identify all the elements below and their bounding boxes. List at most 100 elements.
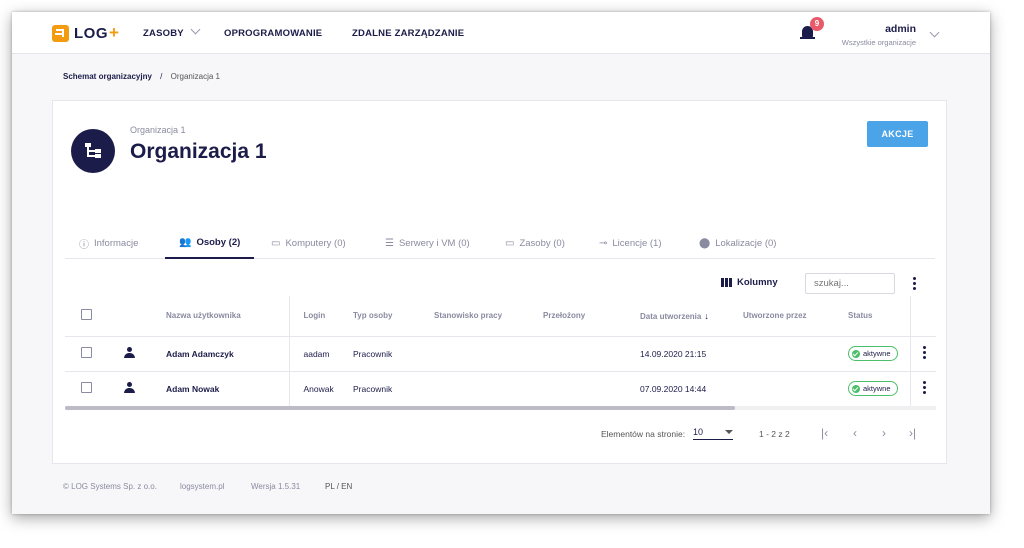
footer-version: Wersja 1.5.31: [251, 482, 301, 491]
row-more-vert-icon[interactable]: [922, 346, 926, 359]
per-page-select[interactable]: 10: [693, 427, 733, 440]
search-input[interactable]: [805, 273, 895, 294]
nav-item-oprogramowanie[interactable]: OPROGRAMOWANIE: [224, 28, 322, 39]
tab-label: Licencje (1): [612, 237, 662, 249]
language-switch[interactable]: PL / EN: [325, 482, 352, 491]
tab-licencje[interactable]: ⊸ Licencje (1): [585, 227, 676, 259]
logo-text: LOG: [74, 24, 108, 42]
status-label: aktywne: [863, 349, 891, 358]
tab-label: Komputery (0): [285, 237, 346, 249]
cell-created: 07.09.2020 14:44: [640, 371, 743, 407]
row-more-vert-icon[interactable]: [922, 381, 926, 394]
tab-label: Zasoby (0): [519, 237, 565, 249]
columns-button[interactable]: Kolumny: [721, 277, 778, 288]
arrow-down-icon: ↓: [704, 310, 709, 321]
footer-website-link[interactable]: logsystem.pl: [180, 482, 224, 491]
breadcrumb: Schemat organizacyjny / Organizacja 1: [63, 72, 220, 81]
tab-serwery[interactable]: ☰ Serwery i VM (0): [371, 227, 484, 259]
notification-count-badge: 9: [810, 17, 824, 31]
next-page-icon[interactable]: ›: [882, 426, 886, 440]
breadcrumb-current: Organizacja 1: [170, 72, 220, 81]
more-vert-icon[interactable]: [913, 277, 916, 292]
scrollbar-thumb[interactable]: [65, 406, 735, 410]
notifications-button[interactable]: 9: [800, 17, 824, 39]
table-row[interactable]: Adam Adamczyk aadam Pracownik 14.09.2020…: [65, 336, 936, 372]
chevron-down-icon: [191, 24, 201, 35]
tab-bar: ⓘ Informacje 👥 Osoby (2) ▭ Komputery (0)…: [65, 227, 935, 259]
column-header-position[interactable]: Stanowisko pracy: [434, 296, 543, 337]
nav-item-zdalne-zarzadzanie[interactable]: ZDALNE ZARZĄDZANIE: [352, 28, 464, 39]
row-checkbox[interactable]: [81, 382, 92, 393]
status-badge: aktywne: [848, 381, 898, 396]
cell-created: 14.09.2020 21:15: [640, 336, 743, 372]
user-name: admin: [885, 23, 916, 35]
logo[interactable]: LOG +: [52, 23, 119, 43]
logo-icon: [52, 24, 69, 42]
cell-created-by: [743, 371, 848, 407]
user-menu[interactable]: admin Wszystkie organizacje: [842, 23, 916, 47]
column-header-type[interactable]: Typ osoby: [353, 296, 434, 337]
tab-label: Informacje: [94, 237, 139, 249]
columns-label: Kolumny: [737, 277, 778, 288]
status-badge: aktywne: [848, 346, 898, 361]
per-page-value: 10: [693, 427, 704, 437]
column-header-created-label: Data utworzenia: [640, 311, 702, 321]
top-bar: LOG + ZASOBY OPROGRAMOWANIE ZDALNE ZARZĄ…: [12, 12, 990, 54]
last-page-icon[interactable]: ›|: [909, 426, 916, 440]
prev-page-icon[interactable]: ‹: [853, 426, 857, 440]
actions-button[interactable]: AKCJE: [867, 121, 928, 147]
footer-copyright: © LOG Systems Sp. z o.o.: [63, 482, 157, 491]
info-icon: ⓘ: [79, 239, 89, 251]
per-page-label: Elementów na stronie:: [601, 429, 686, 439]
horizontal-scrollbar[interactable]: [65, 406, 936, 410]
nav-item-zasoby[interactable]: ZASOBY: [143, 24, 201, 39]
organization-card: Organizacja 1 Organizacja 1 AKCJE ⓘ Info…: [52, 100, 947, 464]
column-header-created-by[interactable]: Utworzone przez: [743, 296, 848, 337]
breadcrumb-separator: /: [160, 72, 163, 81]
cell-type: Pracownik: [353, 371, 434, 407]
first-page-icon[interactable]: |‹: [821, 426, 828, 440]
row-checkbox[interactable]: [81, 347, 92, 358]
chevron-down-icon[interactable]: [929, 27, 940, 38]
status-label: aktywne: [863, 384, 891, 393]
column-header-created[interactable]: Data utworzenia ↓: [640, 296, 743, 337]
cell-supervisor: [543, 336, 640, 372]
tab-label: Osoby (2): [196, 236, 241, 248]
cell-name[interactable]: Adam Nowak: [166, 371, 290, 407]
columns-icon: [721, 278, 732, 287]
tab-label: Lokalizacje (0): [715, 237, 777, 249]
org-subtitle: Organizacja 1: [130, 125, 186, 135]
cell-position: [434, 371, 543, 407]
column-header-status[interactable]: Status: [848, 296, 911, 337]
server-icon: ☰: [385, 237, 394, 249]
location-pin-icon: ⬤: [699, 237, 711, 249]
tab-komputery[interactable]: ▭ Komputery (0): [257, 227, 360, 259]
check-circle-icon: [852, 384, 860, 393]
tab-zasoby[interactable]: ▭ Zasoby (0): [491, 227, 579, 259]
caret-down-icon: [725, 430, 733, 434]
nav-item-label: OPROGRAMOWANIE: [224, 28, 323, 39]
devices-icon: ▭: [505, 237, 515, 249]
table-row[interactable]: Adam Nowak Anowak Pracownik 07.09.2020 1…: [65, 371, 936, 407]
select-all-checkbox[interactable]: [81, 309, 92, 321]
person-icon: [124, 347, 135, 358]
org-chart-icon: [71, 129, 115, 173]
tab-osoby[interactable]: 👥 Osoby (2): [165, 227, 255, 259]
column-header-name[interactable]: Nazwa użytkownika: [166, 296, 290, 337]
column-header-login[interactable]: Login: [289, 296, 353, 337]
tab-informacje[interactable]: ⓘ Informacje: [65, 227, 152, 259]
cell-supervisor: [543, 371, 640, 407]
logo-plus: +: [109, 23, 119, 42]
cell-login: Anowak: [289, 371, 353, 407]
page-range: 1 - 2 z 2: [759, 429, 790, 439]
cell-type: Pracownik: [353, 336, 434, 372]
breadcrumb-root-link[interactable]: Schemat organizacyjny: [63, 72, 152, 81]
tab-lokalizacje[interactable]: ⬤ Lokalizacje (0): [685, 227, 790, 259]
cell-created-by: [743, 336, 848, 372]
app-window: LOG + ZASOBY OPROGRAMOWANIE ZDALNE ZARZĄ…: [12, 12, 990, 514]
column-header-supervisor[interactable]: Przełożony: [543, 296, 640, 337]
check-circle-icon: [852, 349, 860, 358]
laptop-icon: ▭: [271, 237, 281, 249]
page-title: Organizacja 1: [130, 140, 267, 163]
cell-name[interactable]: Adam Adamczyk: [166, 336, 290, 372]
